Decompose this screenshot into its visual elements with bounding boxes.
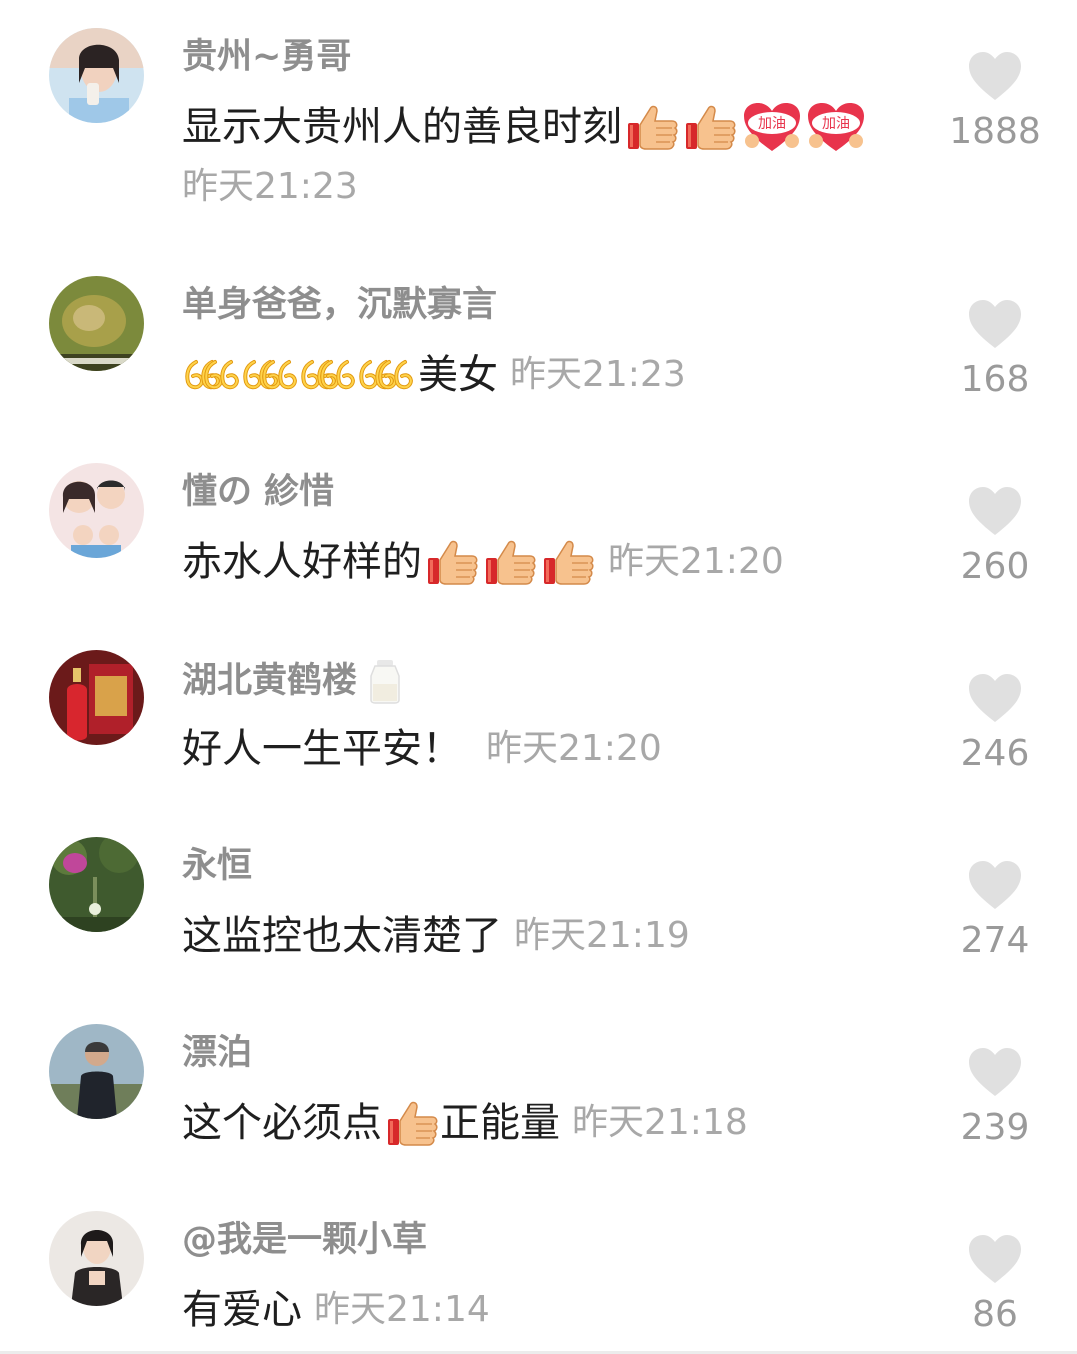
thumbs-up-icon (542, 536, 596, 588)
comment-item[interactable]: 湖北黄鹤楼 好人一生平安！ 昨天21:20 246 (0, 622, 1077, 809)
comment-time: 昨天21:20 (608, 541, 784, 582)
heart-icon[interactable] (967, 1046, 1023, 1098)
avatar[interactable] (49, 1211, 144, 1306)
like-count: 1888 (949, 111, 1041, 152)
thumbs-up-icon (684, 101, 738, 153)
comment-item[interactable]: 漂泊 这个必须点 正能量 昨天21:18 239 (0, 996, 1077, 1183)
avatar[interactable] (49, 1024, 144, 1119)
comment-text: 这监控也太清楚了 (182, 913, 502, 959)
heart-icon[interactable] (967, 50, 1023, 102)
like-count: 260 (960, 546, 1030, 587)
thumbs-up-icon (626, 101, 680, 153)
like-button[interactable]: 239 (935, 1046, 1055, 1150)
comment-body: 好人一生平安！ 昨天21:20 (182, 722, 662, 776)
username-text: 湖北黄鹤楼 (182, 661, 358, 701)
avatar[interactable] (49, 650, 144, 745)
comment-body: 这监控也太清楚了 昨天21:19 (182, 909, 690, 963)
thumbs-up-icon (426, 536, 480, 588)
username[interactable]: 懂の 紾惜 (182, 471, 334, 513)
comment-text: 好人一生平安！ (182, 726, 462, 772)
heart-icon[interactable] (967, 298, 1023, 350)
thumbs-up-icon (386, 1097, 440, 1149)
like-button[interactable]: 1888 (935, 50, 1055, 154)
jiayou-heart-icon: 加油 (806, 101, 866, 153)
like-count: 239 (960, 1107, 1030, 1148)
like-button[interactable]: 168 (935, 298, 1055, 402)
six-icon-row (185, 360, 413, 390)
heart-icon[interactable] (967, 672, 1023, 724)
comment-time: 昨天21:23 (182, 166, 358, 207)
like-button[interactable]: 274 (935, 859, 1055, 963)
comment-body: 这个必须点 正能量 昨天21:18 (182, 1096, 748, 1150)
comment-body: 显示大贵州人的善良时刻 加油 加油 (182, 100, 866, 154)
avatar[interactable] (49, 28, 144, 123)
comment-time: 昨天21:23 (510, 354, 686, 395)
comment-text: 显示大贵州人的善良时刻 (182, 104, 622, 150)
avatar[interactable] (49, 463, 144, 558)
like-button[interactable]: 86 (935, 1233, 1055, 1337)
comment-item[interactable]: @我是一颗小草 有爱心 昨天21:14 86 (0, 1183, 1077, 1354)
comment-time: 昨天21:18 (572, 1102, 748, 1143)
comment-time: 昨天21:20 (486, 728, 662, 769)
comment-item[interactable]: 永恒 这监控也太清楚了 昨天21:19 274 (0, 809, 1077, 996)
username[interactable]: 贵州~勇哥 (182, 36, 351, 78)
comment-text: 有爱心 (182, 1287, 302, 1333)
comment-body: 有爱心 昨天21:14 (182, 1283, 490, 1337)
comment-time: 昨天21:19 (514, 915, 690, 956)
like-count: 274 (960, 920, 1030, 961)
username[interactable]: @我是一颗小草 (182, 1219, 427, 1261)
comment-text: 这个必须点 (182, 1100, 382, 1146)
six-six-six-emoji (182, 355, 418, 395)
like-button[interactable]: 246 (935, 672, 1055, 776)
svg-text:加油: 加油 (822, 116, 850, 132)
avatar[interactable] (49, 276, 144, 371)
like-button[interactable]: 260 (935, 485, 1055, 589)
comment-body: 美女 昨天21:23 (182, 348, 686, 402)
jiayou-heart-icon: 加油 (742, 101, 802, 153)
username[interactable]: 永恒 (182, 845, 252, 887)
comment-item[interactable]: 单身爸爸，沉默寡言 美女 昨天21:23 168 (0, 248, 1077, 435)
like-count: 246 (960, 733, 1030, 774)
heart-icon[interactable] (967, 859, 1023, 911)
comment-item[interactable]: 贵州~勇哥 显示大贵州人的善良时刻 加油 加油 昨天21:23 1888 (0, 0, 1077, 207)
thumbs-up-icon (484, 536, 538, 588)
comment-item[interactable]: 懂の 紾惜 赤水人好样的 昨天21:20 260 (0, 435, 1077, 622)
username[interactable]: 漂泊 (182, 1032, 252, 1074)
comment-text: 赤水人好样的 (182, 539, 422, 585)
avatar[interactable] (49, 837, 144, 932)
like-count: 86 (972, 1294, 1018, 1335)
comment-body: 赤水人好样的 昨天21:20 (182, 535, 784, 589)
comment-text-suffix: 正能量 (440, 1100, 560, 1146)
svg-text:加油: 加油 (758, 116, 786, 132)
username[interactable]: 湖北黄鹤楼 (182, 658, 405, 704)
like-count: 168 (960, 359, 1030, 400)
comment-text: 美女 (418, 352, 498, 398)
heart-icon[interactable] (967, 1233, 1023, 1285)
username[interactable]: 单身爸爸，沉默寡言 (182, 284, 497, 326)
milk-bottle-icon (370, 660, 400, 704)
heart-icon[interactable] (967, 485, 1023, 537)
comment-time: 昨天21:14 (314, 1289, 490, 1330)
